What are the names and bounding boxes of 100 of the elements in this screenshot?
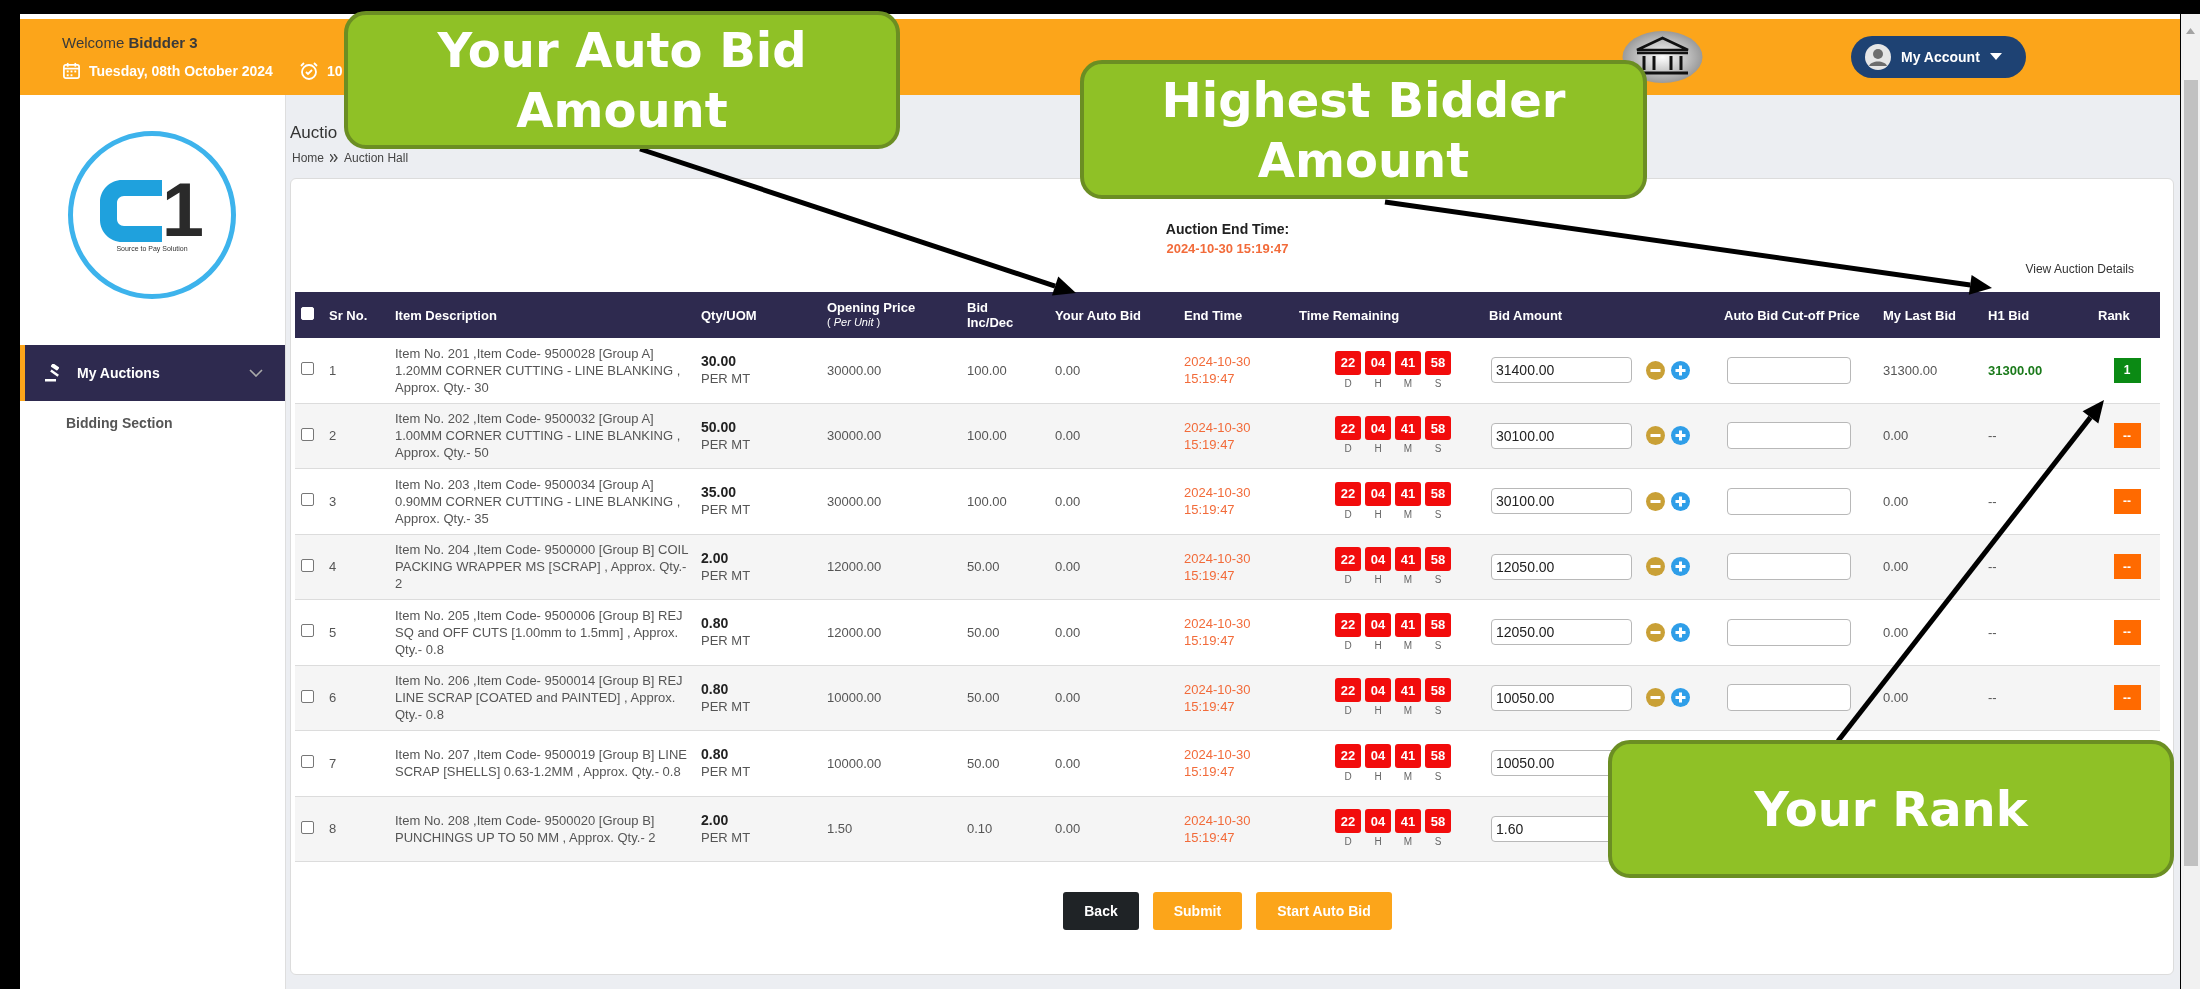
- cutoff-price-field[interactable]: [1727, 618, 1851, 646]
- scrollbar[interactable]: [2181, 14, 2200, 989]
- minus-button[interactable]: [1646, 426, 1665, 446]
- countdown-unit: M: [1403, 508, 1413, 521]
- minus-button[interactable]: [1646, 688, 1665, 708]
- bid-amount-field[interactable]: 12050.00: [1491, 619, 1632, 646]
- table-cell: 2024-10-30 15:19:47: [1184, 747, 1251, 780]
- checkbox[interactable]: [301, 624, 314, 638]
- countdown-box: 22: [1335, 481, 1361, 506]
- countdown-unit: D: [1344, 508, 1352, 521]
- minus-button[interactable]: [1646, 360, 1665, 380]
- plus-button[interactable]: [1671, 688, 1690, 708]
- column-header: Rank: [2098, 307, 2130, 323]
- rank-badge: --: [2113, 488, 2141, 514]
- end-time-label: Auction End Time:: [1165, 220, 1290, 239]
- table-cell: --: [1988, 690, 1997, 706]
- countdown-box: 58: [1425, 350, 1451, 375]
- table-cell: 7: [329, 755, 337, 771]
- countdown-unit: H: [1374, 377, 1382, 390]
- rank-badge: --: [2113, 619, 2141, 645]
- countdown-box: 41: [1395, 743, 1421, 768]
- checkbox[interactable]: [301, 427, 314, 441]
- cutoff-price-field[interactable]: [1727, 356, 1851, 384]
- plus-button[interactable]: [1671, 557, 1690, 577]
- countdown-box: 41: [1395, 809, 1421, 834]
- cutoff-price-field[interactable]: [1727, 487, 1851, 515]
- plus-button[interactable]: [1671, 360, 1690, 380]
- countdown-box: 58: [1425, 481, 1451, 506]
- bid-amount-field[interactable]: 30100.00: [1491, 488, 1632, 515]
- column-header: Auto Bid Cut-off Price: [1724, 307, 1860, 323]
- column-header: End Time: [1184, 307, 1243, 323]
- checkbox[interactable]: [301, 493, 314, 507]
- countdown-box: 58: [1425, 612, 1451, 637]
- table-cell: 4: [329, 559, 337, 575]
- bid-amount-field[interactable]: 30100.00: [1491, 422, 1632, 449]
- checkbox[interactable]: [301, 362, 314, 376]
- table-cell: 2024-10-30 15:19:47: [1184, 354, 1251, 387]
- bid-amount-field[interactable]: 10050.00: [1491, 684, 1632, 711]
- countdown-unit: H: [1374, 443, 1382, 456]
- minus-button[interactable]: [1646, 622, 1665, 642]
- countdown-box: 04: [1365, 547, 1391, 572]
- table-cell: 0.00: [1055, 428, 1081, 444]
- scroll-up-arrow-icon[interactable]: [2186, 28, 2195, 34]
- table-cell: 10000.00: [827, 690, 882, 706]
- plus-button[interactable]: [1671, 622, 1690, 642]
- breadcrumb-link[interactable]: Home: [292, 150, 324, 166]
- countdown-box: 58: [1425, 547, 1451, 572]
- bid-amount-field[interactable]: 31400.00: [1491, 357, 1632, 384]
- view-details-link[interactable]: View Auction Details: [2025, 262, 2134, 276]
- column-header: Opening Price: [827, 300, 916, 315]
- table-cell: 2024-10-30 15:19:47: [1184, 485, 1251, 518]
- back-button[interactable]: Back: [1063, 892, 1139, 930]
- account-button[interactable]: My Account: [1851, 36, 2026, 78]
- table-cell: 50.00: [967, 624, 1000, 640]
- table-cell: 0.00: [1055, 821, 1081, 837]
- page-title: Auctio: [290, 123, 339, 143]
- table-cell-text: 0.80: [701, 680, 730, 698]
- countdown-box: 04: [1365, 678, 1391, 703]
- column-header: Your Auto Bid: [1055, 307, 1141, 323]
- countdown-box: 58: [1425, 416, 1451, 441]
- table-cell: 5: [329, 624, 337, 640]
- countdown-box: 04: [1365, 743, 1391, 768]
- table-cell: Item No. 207 ,Item Code- 9500019 [Group B] LINE SCRAP [SHELLS] 0.63-1.2MM , Approx. Qty.- 0.8: [395, 747, 687, 780]
- checkbox[interactable]: [301, 689, 314, 703]
- table-cell: Item No. 208 ,Item Code- 9500020 [Group B] PUNCHINGS UP TO 50 MM , Approx. Qty.- 2: [395, 812, 656, 845]
- plus-button[interactable]: [1671, 491, 1690, 511]
- table-cell: --: [1988, 428, 1997, 444]
- breadcrumb-link[interactable]: Auction Hall: [344, 150, 409, 166]
- minus-button[interactable]: [1646, 491, 1665, 511]
- table-cell-text: 0.80: [701, 615, 730, 633]
- countdown-box: 58: [1425, 743, 1451, 768]
- table-cell: 0.00: [1055, 493, 1081, 509]
- table-cell: 100.00: [967, 493, 1007, 509]
- sidebar-item[interactable]: My Auctions: [20, 345, 285, 401]
- countdown-box: 41: [1395, 547, 1421, 572]
- table-cell: 0.00: [1055, 690, 1081, 706]
- countdown-box: 41: [1395, 481, 1421, 506]
- countdown-unit: D: [1344, 443, 1352, 456]
- table-cell-text: 0.80: [701, 746, 730, 764]
- countdown-unit: S: [1434, 836, 1442, 849]
- cutoff-price-field[interactable]: [1727, 684, 1851, 712]
- minus-button[interactable]: [1646, 557, 1665, 577]
- bid-amount-field[interactable]: 12050.00: [1491, 553, 1632, 580]
- checkbox[interactable]: [301, 558, 314, 572]
- cutoff-price-field[interactable]: [1727, 422, 1851, 450]
- table-cell: Item No. 206 ,Item Code- 9500014 [Group B] REJ LINE SCRAP [COATED and PAINTED] , Approx. Qty.- 0.8: [395, 673, 683, 723]
- countdown-box: 41: [1395, 612, 1421, 637]
- countdown-unit: D: [1344, 574, 1352, 587]
- sidebar-subitem[interactable]: Bidding Section: [20, 401, 285, 431]
- cutoff-price-field[interactable]: [1727, 553, 1851, 581]
- checkbox[interactable]: [301, 755, 314, 769]
- countdown-unit: H: [1374, 508, 1382, 521]
- table-cell: 3: [329, 493, 337, 509]
- countdown-unit: D: [1344, 705, 1352, 718]
- table-cell-text: PER MT: [701, 501, 752, 519]
- checkbox[interactable]: [301, 820, 314, 834]
- table-cell-text: PER MT: [701, 370, 752, 388]
- plus-button[interactable]: [1671, 426, 1690, 446]
- countdown-unit: M: [1403, 836, 1413, 849]
- countdown-unit: M: [1403, 574, 1413, 587]
